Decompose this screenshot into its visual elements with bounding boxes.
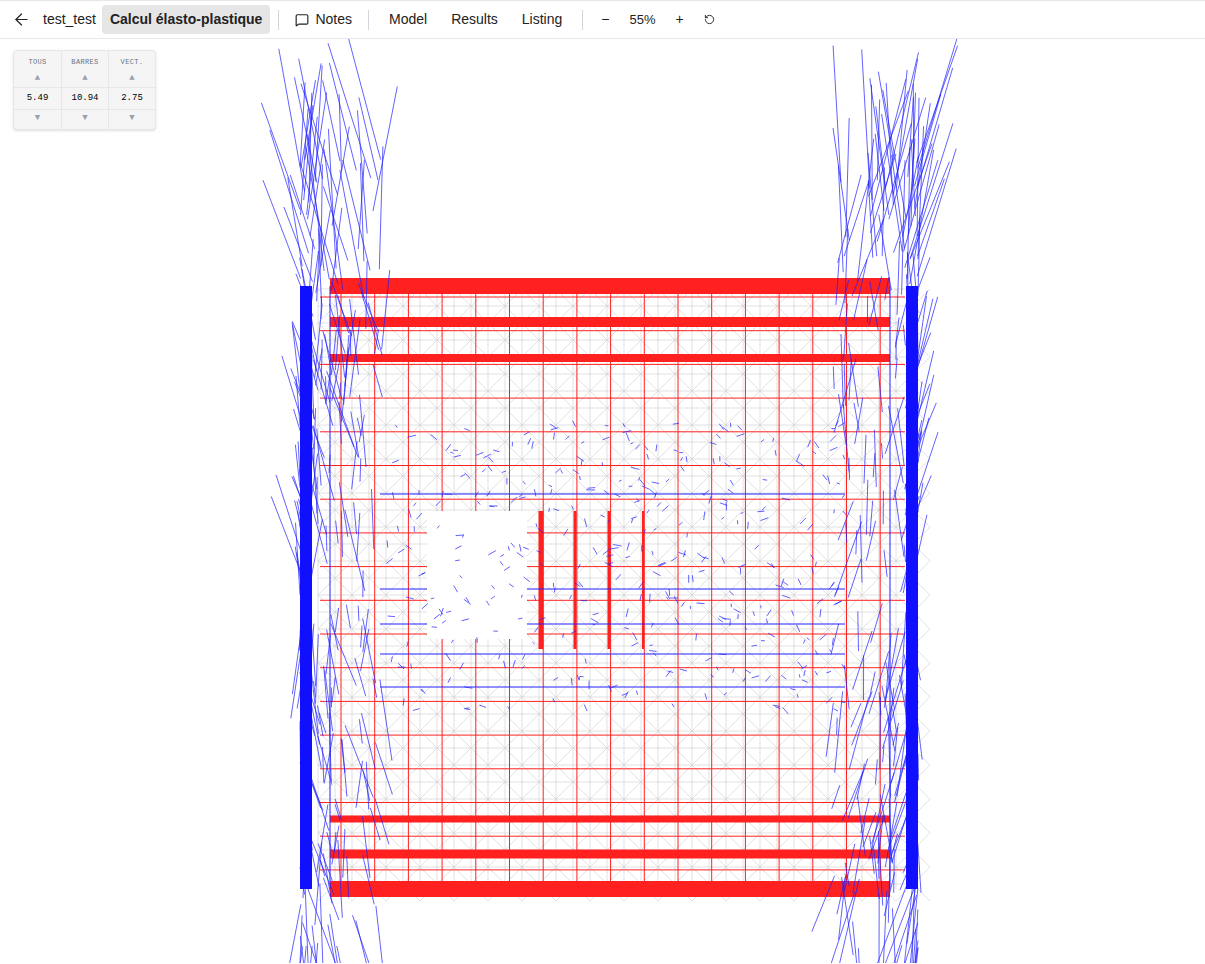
scale-label: TOUS (28, 57, 46, 68)
scale-label: VECT. (121, 57, 144, 68)
right-support (906, 286, 918, 889)
scale-value: 5.49 (14, 87, 61, 111)
menu-item[interactable]: Listing (514, 9, 570, 30)
blue-lines (330, 286, 890, 889)
back-arrow-icon (12, 10, 31, 29)
scale-column: TOUS ▲ 5.49 ▼ (14, 51, 61, 129)
scale-panel: TOUS ▲ 5.49 ▼ BARRES ▲ 10.94 ▼ VECT. ▲ 2.75 ▼ (13, 50, 156, 130)
reset-icon (704, 14, 715, 25)
zoom-out-button[interactable]: − (591, 9, 619, 30)
viewport: TOUS ▲ 5.49 ▼ BARRES ▲ 10.94 ▼ VECT. ▲ 2.75 ▼ (0, 39, 1205, 964)
separator (582, 10, 583, 30)
results-canvas[interactable] (0, 39, 1205, 963)
scale-up-button[interactable]: ▲ (129, 74, 134, 83)
toolbar: test_test Calcul élasto-plastique Notes Mod… (0, 0, 1205, 39)
scale-up-button[interactable]: ▲ (35, 74, 40, 83)
mesh (318, 289, 930, 901)
scale-value: 2.75 (109, 87, 155, 111)
separator (368, 10, 369, 30)
menu-item[interactable]: Results (443, 9, 506, 30)
back-button[interactable] (12, 10, 31, 29)
rebar-main (330, 286, 890, 889)
vectors (261, 39, 958, 963)
scale-value: 10.94 (62, 87, 108, 111)
tab[interactable]: Notes (287, 5, 360, 34)
reset-zoom-button[interactable] (694, 14, 725, 25)
scale-column: VECT. ▲ 2.75 ▼ (108, 51, 155, 129)
left-support (300, 286, 312, 889)
scale-down-button[interactable]: ▼ (35, 114, 40, 123)
zoom-in-button[interactable]: + (666, 9, 694, 30)
scale-down-button[interactable]: ▼ (129, 114, 134, 123)
opening (427, 511, 527, 639)
notes-icon (295, 13, 309, 27)
zoom-value: 55% (619, 10, 665, 30)
separator (278, 10, 279, 30)
scale-up-button[interactable]: ▲ (82, 74, 87, 83)
rebar-grid (320, 291, 905, 887)
project-name: test_test (43, 9, 96, 30)
scale-column: BARRES ▲ 10.94 ▼ (61, 51, 108, 129)
scale-label: BARRES (71, 57, 98, 68)
menu-item[interactable]: Model (381, 9, 435, 30)
scale-down-button[interactable]: ▼ (82, 114, 87, 123)
tab[interactable]: Calcul élasto-plastique (102, 5, 270, 34)
